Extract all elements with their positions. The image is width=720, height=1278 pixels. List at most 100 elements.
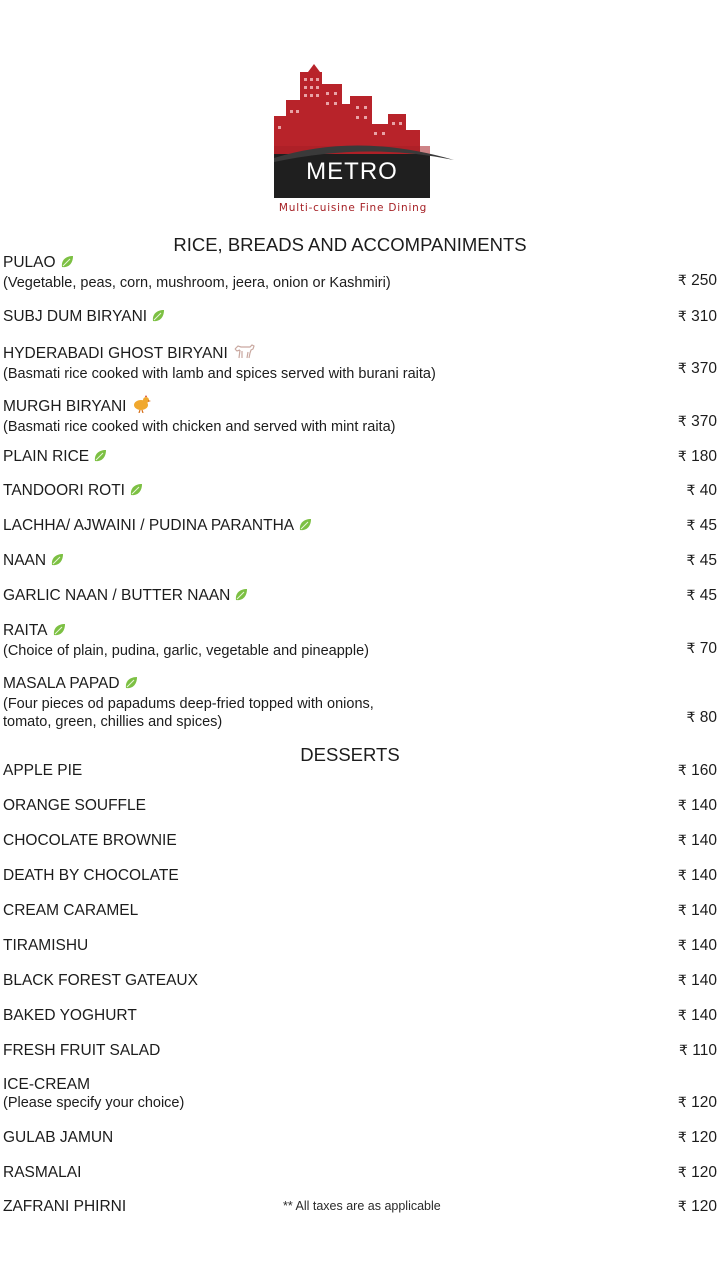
veg-leaf-icon (50, 553, 64, 572)
item-price-value: 140 (691, 902, 717, 919)
item-name-line: PULAO (3, 254, 720, 274)
dessert-item: ORANGE SOUFFLE (3, 797, 720, 815)
item-price: ₹ 140 (678, 832, 717, 850)
item-price: ₹ 140 (678, 867, 717, 885)
dessert-item: TIRAMISHU (3, 937, 720, 955)
item-description: (Basmati rice cooked with lamb and spice… (3, 366, 436, 382)
rupee-symbol: ₹ (677, 1008, 687, 1024)
item-description: (Four pieces od papadums deep-fried topp… (3, 696, 374, 712)
item-name: BAKED YOGHURT (3, 1007, 137, 1024)
item-name: DEATH BY CHOCOLATE (3, 867, 179, 884)
item-price: ₹ 310 (678, 308, 717, 326)
item-price: ₹ 110 (679, 1042, 717, 1060)
item-price-value: 310 (691, 308, 717, 325)
rupee-symbol: ₹ (677, 868, 687, 884)
dessert-item: RASMALAI (3, 1164, 720, 1182)
item-name-line: ICE-CREAM (3, 1076, 720, 1094)
rupee-symbol: ₹ (677, 798, 687, 814)
brand-name: METRO (306, 158, 398, 185)
item-description: (Basmati rice cooked with chicken and se… (3, 419, 396, 435)
rice-item: TANDOORI ROTI (3, 482, 720, 502)
dessert-item: ICE-CREAM (Please specify your choice) (3, 1076, 720, 1112)
item-name-line: APPLE PIE (3, 762, 720, 780)
item-price-value: 140 (691, 937, 717, 954)
item-price: ₹ 140 (678, 902, 717, 920)
goat-icon (232, 342, 256, 365)
dessert-item: GULAB JAMUN (3, 1129, 720, 1147)
rupee-symbol: ₹ (677, 273, 687, 289)
item-description: tomato, green, chillies and spices) (3, 714, 223, 730)
item-price-value: 120 (691, 1164, 717, 1181)
item-price-value: 120 (691, 1094, 717, 1111)
item-price-value: 70 (699, 640, 717, 657)
item-name-line: CREAM CARAMEL (3, 902, 720, 920)
item-name-line: TANDOORI ROTI (3, 482, 720, 502)
item-name: RASMALAI (3, 1164, 82, 1181)
rupee-symbol: ₹ (677, 938, 687, 954)
item-name: PLAIN RICE (3, 448, 90, 465)
item-price: ₹ 120 (678, 1198, 717, 1216)
item-price: ₹ 250 (678, 272, 717, 290)
item-name-line: BAKED YOGHURT (3, 1007, 720, 1025)
rupee-symbol: ₹ (677, 414, 687, 430)
item-price: ₹ 160 (678, 762, 717, 780)
restaurant-logo: METRO Multi-cuisine Fine Dining (268, 62, 464, 222)
item-name: HYDERABADI GHOST BIRYANI (3, 345, 228, 362)
item-name-line: GULAB JAMUN (3, 1129, 720, 1147)
item-price-value: 45 (699, 552, 717, 569)
rice-item: NAAN (3, 552, 720, 572)
item-name: MASALA PAPAD (3, 675, 120, 692)
item-price-value: 250 (691, 272, 717, 289)
rupee-symbol: ₹ (677, 1199, 687, 1215)
item-price: ₹ 70 (687, 640, 717, 658)
item-name: CREAM CARAMEL (3, 902, 139, 919)
dessert-item: BLACK FOREST GATEAUX (3, 972, 720, 990)
item-name-line: FRESH FRUIT SALAD (3, 1042, 720, 1060)
item-price: ₹ 120 (678, 1094, 717, 1112)
veg-leaf-icon (124, 676, 138, 695)
item-name-line: GARLIC NAAN / BUTTER NAAN (3, 587, 720, 607)
item-name: GARLIC NAAN / BUTTER NAAN (3, 587, 231, 604)
item-price: ₹ 140 (678, 937, 717, 955)
veg-leaf-icon (298, 518, 312, 537)
item-price: ₹ 45 (687, 587, 717, 605)
item-name: BLACK FOREST GATEAUX (3, 972, 198, 989)
item-price: ₹ 80 (687, 709, 717, 727)
item-name: ORANGE SOUFFLE (3, 797, 146, 814)
veg-leaf-icon (234, 588, 248, 607)
item-price: ₹ 370 (678, 413, 717, 431)
item-name: RAITA (3, 622, 48, 639)
item-price-value: 140 (691, 1007, 717, 1024)
item-name-line: DEATH BY CHOCOLATE (3, 867, 720, 885)
rupee-symbol: ₹ (677, 833, 687, 849)
item-name-line: LACHHA/ AJWAINI / PUDINA PARANTHA (3, 517, 720, 537)
item-name-line: MASALA PAPAD (3, 675, 720, 695)
rupee-symbol: ₹ (677, 903, 687, 919)
item-price-value: 45 (699, 587, 717, 604)
rice-item: RAITA (Choice of plain, pudina, garlic, v… (3, 622, 720, 660)
rupee-symbol: ₹ (677, 973, 687, 989)
section-title-rice: RICE, BREADS AND ACCOMPANIMENTS (173, 234, 527, 255)
item-name-line: SUBJ DUM BIRYANI (3, 308, 720, 328)
item-price-value: 45 (699, 517, 717, 534)
item-price-value: 110 (692, 1042, 717, 1059)
item-name-line: MURGH BIRYANI (3, 395, 720, 418)
rupee-symbol: ₹ (686, 588, 696, 604)
rupee-symbol: ₹ (679, 1043, 688, 1059)
item-name-line: CHOCOLATE BROWNIE (3, 832, 720, 850)
rice-item: SUBJ DUM BIRYANI (3, 308, 720, 328)
item-price: ₹ 140 (678, 972, 717, 990)
item-price: ₹ 140 (678, 797, 717, 815)
item-price: ₹ 120 (678, 1164, 717, 1182)
dessert-item: FRESH FRUIT SALAD (3, 1042, 720, 1060)
item-price: ₹ 140 (678, 1007, 717, 1025)
item-price-value: 160 (691, 762, 717, 779)
chicken-icon (130, 395, 152, 418)
item-name: TANDOORI ROTI (3, 482, 125, 499)
rice-item: PULAO (Vegetable, peas, corn, mushroom, j… (3, 254, 720, 292)
item-description: (Choice of plain, pudina, garlic, vegeta… (3, 643, 369, 659)
item-name-line: RAITA (3, 622, 720, 642)
rice-item: GARLIC NAAN / BUTTER NAAN (3, 587, 720, 607)
item-price: ₹ 370 (678, 360, 717, 378)
rice-item: MURGH BIRYANI (Basmati rice cooked with c… (3, 395, 720, 436)
